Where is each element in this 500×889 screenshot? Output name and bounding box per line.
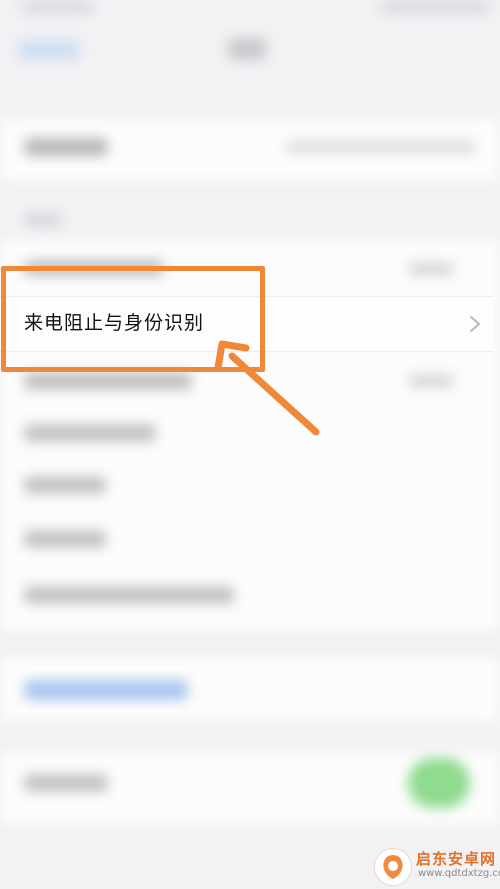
- back-link[interactable]: [18, 40, 80, 60]
- row-label: [24, 530, 106, 548]
- row-label: [24, 476, 106, 494]
- row-value: [408, 374, 454, 388]
- section-header: [24, 214, 62, 226]
- row-value: [408, 262, 454, 276]
- logo-icon: [374, 848, 412, 886]
- status-bar-left: [22, 0, 94, 14]
- row-label: [24, 774, 108, 792]
- row-label: [24, 372, 192, 390]
- watermark-brand: 启东安卓网: [416, 850, 497, 868]
- toggle-switch[interactable]: [408, 758, 470, 808]
- row-label: [24, 138, 108, 156]
- status-bar-right: [380, 0, 490, 14]
- highlight-box: [1, 266, 265, 372]
- link-row[interactable]: [24, 680, 188, 700]
- row-label: [24, 586, 234, 604]
- watermark-url: www.qdtdxtzg.com: [418, 868, 500, 879]
- row-value: [286, 140, 476, 154]
- chevron-right-icon: [470, 316, 480, 332]
- watermark: 启东安卓网 www.qdtdxtzg.com: [360, 842, 500, 889]
- row-label: [24, 424, 156, 442]
- nav-title: [228, 38, 266, 60]
